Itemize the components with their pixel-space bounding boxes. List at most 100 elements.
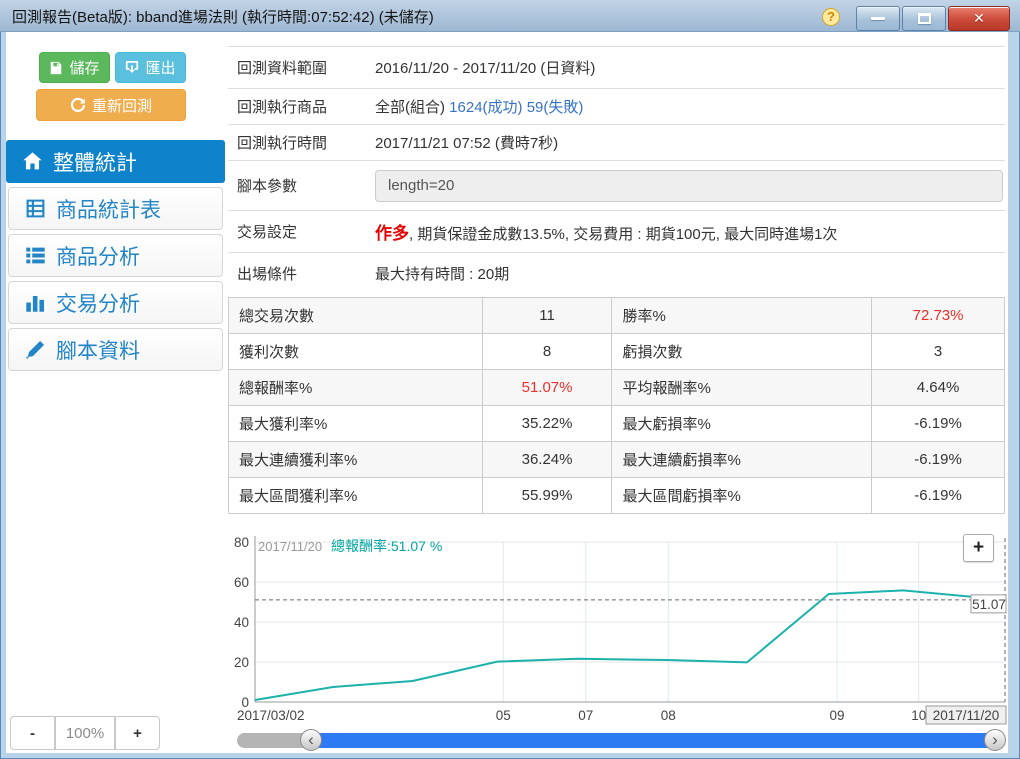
sidebar-item-label: 商品分析 — [56, 241, 140, 271]
stat-value: 55.99% — [482, 478, 612, 514]
export-button[interactable]: 匯出 — [115, 52, 186, 83]
stat-value: 8 — [482, 334, 612, 370]
stat-value: 51.07% — [482, 370, 612, 406]
stat-value: -6.19% — [872, 406, 1005, 442]
info-label: 交易設定 — [228, 221, 375, 242]
sidebar-item-product-analysis[interactable]: 商品分析 — [8, 234, 223, 277]
info-label: 回測執行時間 — [228, 132, 375, 153]
export-label: 匯出 — [145, 57, 175, 78]
minimize-button[interactable] — [856, 6, 900, 31]
svg-text:51.07: 51.07 — [972, 597, 1006, 612]
stat-label: 最大區間虧損率% — [612, 478, 872, 514]
save-icon — [49, 61, 63, 75]
info-value: 2016/11/20 - 2017/11/20 (日資料) — [375, 57, 595, 78]
sidebar-item-script-data[interactable]: 腳本資料 — [8, 328, 223, 371]
svg-text:60: 60 — [234, 575, 249, 590]
sidebar-nav: 整體統計 商品統計表 商品分析 交易分析 腳本資料 — [6, 140, 225, 375]
stat-value: 3 — [872, 334, 1005, 370]
svg-text:80: 80 — [234, 535, 249, 550]
info-value: 最大持有時間 : 20期 — [375, 263, 509, 284]
info-label: 腳本參數 — [228, 175, 375, 196]
svg-text:10: 10 — [911, 708, 926, 723]
stat-label: 最大獲利率% — [229, 406, 483, 442]
direction-long: 作多 — [375, 224, 409, 243]
info-row-script-params: 腳本參數 — [228, 161, 1005, 211]
chart-canvas: 0204060802017/03/02050708091051.072017/1… — [228, 528, 1008, 726]
stat-label: 最大虧損率% — [612, 406, 872, 442]
info-label: 回測執行商品 — [228, 96, 375, 117]
stat-value: 11 — [482, 298, 612, 334]
stat-label: 最大區間獲利率% — [229, 478, 483, 514]
stat-value: 36.24% — [482, 442, 612, 478]
stat-label: 虧損次數 — [612, 334, 872, 370]
chart-scrollbar[interactable]: ‹ › — [237, 731, 1003, 750]
svg-text:總報酬率:51.07 %: 總報酬率:51.07 % — [331, 538, 442, 554]
zoom-control: - 100% + — [10, 716, 160, 750]
info-label: 回測資料範圍 — [228, 57, 375, 78]
svg-text:2017/03/02: 2017/03/02 — [237, 708, 305, 723]
bar-chart-icon — [25, 292, 46, 313]
svg-text:20: 20 — [234, 655, 249, 670]
pencil-icon — [25, 339, 46, 360]
titlebar: 回測報告(Beta版): bband進場法則 (執行時間:07:52:42) (… — [0, 0, 1020, 32]
stat-value: -6.19% — [872, 478, 1005, 514]
rerun-label: 重新回測 — [92, 95, 152, 116]
save-label: 儲存 — [69, 57, 99, 78]
table-row: 最大連續獲利率% 36.24% 最大連續虧損率% -6.19% — [229, 442, 1005, 478]
scrollbar-right-handle[interactable]: › — [984, 729, 1006, 751]
list-icon — [25, 245, 46, 266]
home-icon — [22, 151, 43, 172]
success-fail-link[interactable]: 1624(成功) 59(失敗) — [449, 99, 583, 116]
info-value: 作多, 期貨保證金成數13.5%, 交易費用 : 期貨100元, 最大同時進場1… — [375, 219, 837, 244]
sidebar-item-product-stats-table[interactable]: 商品統計表 — [8, 187, 223, 230]
sidebar-item-trade-analysis[interactable]: 交易分析 — [8, 281, 223, 324]
table-row: 最大獲利率% 35.22% 最大虧損率% -6.19% — [229, 406, 1005, 442]
info-row-exec-time: 回測執行時間 2017/11/21 07:52 (費時7秒) — [228, 125, 1005, 161]
stat-label: 最大連續獲利率% — [229, 442, 483, 478]
rerun-backtest-button[interactable]: 重新回測 — [36, 89, 186, 121]
stat-label: 最大連續虧損率% — [612, 442, 872, 478]
zoom-level: 100% — [55, 716, 115, 750]
info-row-data-range: 回測資料範圍 2016/11/20 - 2017/11/20 (日資料) — [228, 47, 1005, 89]
scrollbar-left-handle[interactable]: ‹ — [300, 729, 322, 751]
script-param-input[interactable] — [375, 170, 1003, 202]
table-row: 總交易次數 11 勝率% 72.73% — [229, 298, 1005, 334]
window-title: 回測報告(Beta版): bband進場法則 (執行時間:07:52:42) (… — [12, 6, 434, 27]
sidebar-item-overall-stats[interactable]: 整體統計 — [6, 140, 225, 183]
maximize-icon — [918, 13, 931, 24]
info-value: 2017/11/21 07:52 (費時7秒) — [375, 132, 558, 153]
help-icon[interactable]: ? — [822, 8, 840, 26]
stat-value: 72.73% — [872, 298, 1005, 334]
equity-curve-chart: 0204060802017/03/02050708091051.072017/1… — [228, 528, 1008, 753]
window-body: 儲存 匯出 重新回測 整體統計 商品統計表 商品分析 — [6, 32, 1008, 753]
table-row: 最大區間獲利率% 55.99% 最大區間虧損率% -6.19% — [229, 478, 1005, 514]
maximize-button[interactable] — [902, 6, 946, 31]
sidebar-item-label: 交易分析 — [56, 288, 140, 318]
svg-text:08: 08 — [661, 708, 676, 723]
stat-label: 獲利次數 — [229, 334, 483, 370]
table-row: 獲利次數 8 虧損次數 3 — [229, 334, 1005, 370]
zoom-in-button[interactable]: + — [115, 716, 160, 750]
close-button[interactable]: ✕ — [948, 6, 1010, 31]
zoom-out-button[interactable]: - — [10, 716, 55, 750]
svg-text:2017/11/20: 2017/11/20 — [258, 539, 322, 554]
sidebar-item-label: 商品統計表 — [56, 194, 161, 224]
stat-label: 總報酬率% — [229, 370, 483, 406]
info-section: 回測資料範圍 2016/11/20 - 2017/11/20 (日資料) 回測執… — [228, 46, 1005, 293]
scrollbar-range[interactable] — [310, 733, 1003, 748]
table-row: 總報酬率% 51.07% 平均報酬率% 4.64% — [229, 370, 1005, 406]
svg-text:2017/11/20: 2017/11/20 — [933, 708, 1000, 723]
stats-table: 總交易次數 11 勝率% 72.73% 獲利次數 8 虧損次數 3 總報酬率% … — [228, 297, 1005, 514]
chart-zoom-in-button[interactable]: + — [963, 534, 994, 562]
minimize-icon — [871, 17, 885, 20]
info-value: 全部(組合) 1624(成功) 59(失敗) — [375, 96, 583, 117]
save-button[interactable]: 儲存 — [39, 52, 110, 83]
info-row-products: 回測執行商品 全部(組合) 1624(成功) 59(失敗) — [228, 89, 1005, 125]
table-icon — [25, 198, 46, 219]
main-content: 回測資料範圍 2016/11/20 - 2017/11/20 (日資料) 回測執… — [225, 32, 1008, 753]
stat-label: 勝率% — [612, 298, 872, 334]
info-row-exit-condition: 出場條件 最大持有時間 : 20期 — [228, 253, 1005, 293]
stat-label: 總交易次數 — [229, 298, 483, 334]
stat-value: 4.64% — [872, 370, 1005, 406]
stat-label: 平均報酬率% — [612, 370, 872, 406]
